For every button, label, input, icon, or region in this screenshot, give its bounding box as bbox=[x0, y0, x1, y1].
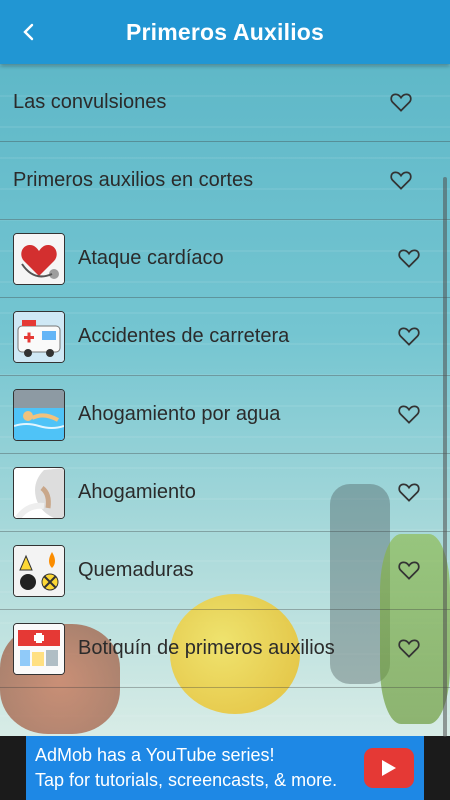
favorite-heart-icon[interactable] bbox=[396, 479, 422, 505]
page-title: Primeros Auxilios bbox=[125, 18, 325, 45]
first-aid-kit-thumbnail bbox=[13, 622, 65, 675]
list-item[interactable]: Ataque cardíaco bbox=[0, 220, 450, 298]
list-item[interactable]: Primeros auxilios en cortes bbox=[0, 142, 450, 220]
favorite-heart-icon[interactable] bbox=[396, 635, 422, 661]
list-item-label: Ataque cardíaco bbox=[78, 247, 224, 269]
list-item[interactable]: Ahogamiento bbox=[0, 454, 450, 532]
favorite-heart-icon[interactable] bbox=[396, 557, 422, 583]
list-item-label: Las convulsiones bbox=[13, 91, 167, 113]
list-item-label: Ahogamiento por agua bbox=[78, 403, 281, 425]
list-item[interactable]: Accidentes de carretera bbox=[0, 298, 450, 376]
list-item-label: Botiquín de primeros auxilios bbox=[78, 637, 335, 659]
heart-stethoscope-thumbnail bbox=[13, 232, 65, 285]
choking-person-thumbnail bbox=[13, 466, 65, 519]
list-item[interactable]: Quemaduras bbox=[0, 532, 450, 610]
list-item[interactable]: Ahogamiento por agua bbox=[0, 376, 450, 454]
list-item-label: Primeros auxilios en cortes bbox=[13, 169, 254, 191]
ad-subtext: Tap for tutorials, screencasts, & more. bbox=[35, 770, 338, 790]
ad-headline: AdMob has a YouTube series! bbox=[35, 745, 275, 765]
list-item-label: Accidentes de carretera bbox=[78, 325, 290, 347]
scrollbar[interactable] bbox=[443, 177, 447, 737]
content-area: Las convulsiones Primeros auxilios en co… bbox=[0, 64, 450, 736]
ad-banner-container: AdMob has a YouTube series! Tap for tuto… bbox=[0, 736, 450, 800]
back-button[interactable] bbox=[14, 18, 42, 46]
favorite-heart-icon[interactable] bbox=[396, 401, 422, 427]
list-item[interactable]: Las convulsiones bbox=[0, 64, 450, 142]
list-item[interactable]: Botiquín de primeros auxilios bbox=[0, 610, 450, 688]
swimmer-thumbnail bbox=[13, 388, 65, 441]
favorite-heart-icon[interactable] bbox=[388, 89, 414, 115]
app-bar: Primeros Auxilios bbox=[0, 0, 450, 64]
list-item-label: Ahogamiento bbox=[78, 481, 196, 503]
list-item-label: Quemaduras bbox=[78, 559, 194, 581]
back-arrow-icon bbox=[23, 23, 34, 41]
favorite-heart-icon[interactable] bbox=[396, 245, 422, 271]
topic-list: Las convulsiones Primeros auxilios en co… bbox=[0, 64, 450, 688]
burn-hazard-thumbnail bbox=[13, 544, 65, 597]
ambulance-thumbnail bbox=[13, 310, 65, 363]
favorite-heart-icon[interactable] bbox=[396, 323, 422, 349]
favorite-heart-icon[interactable] bbox=[388, 167, 414, 193]
ad-banner[interactable]: AdMob has a YouTube series! Tap for tuto… bbox=[26, 736, 424, 800]
youtube-play-icon[interactable] bbox=[364, 748, 414, 788]
